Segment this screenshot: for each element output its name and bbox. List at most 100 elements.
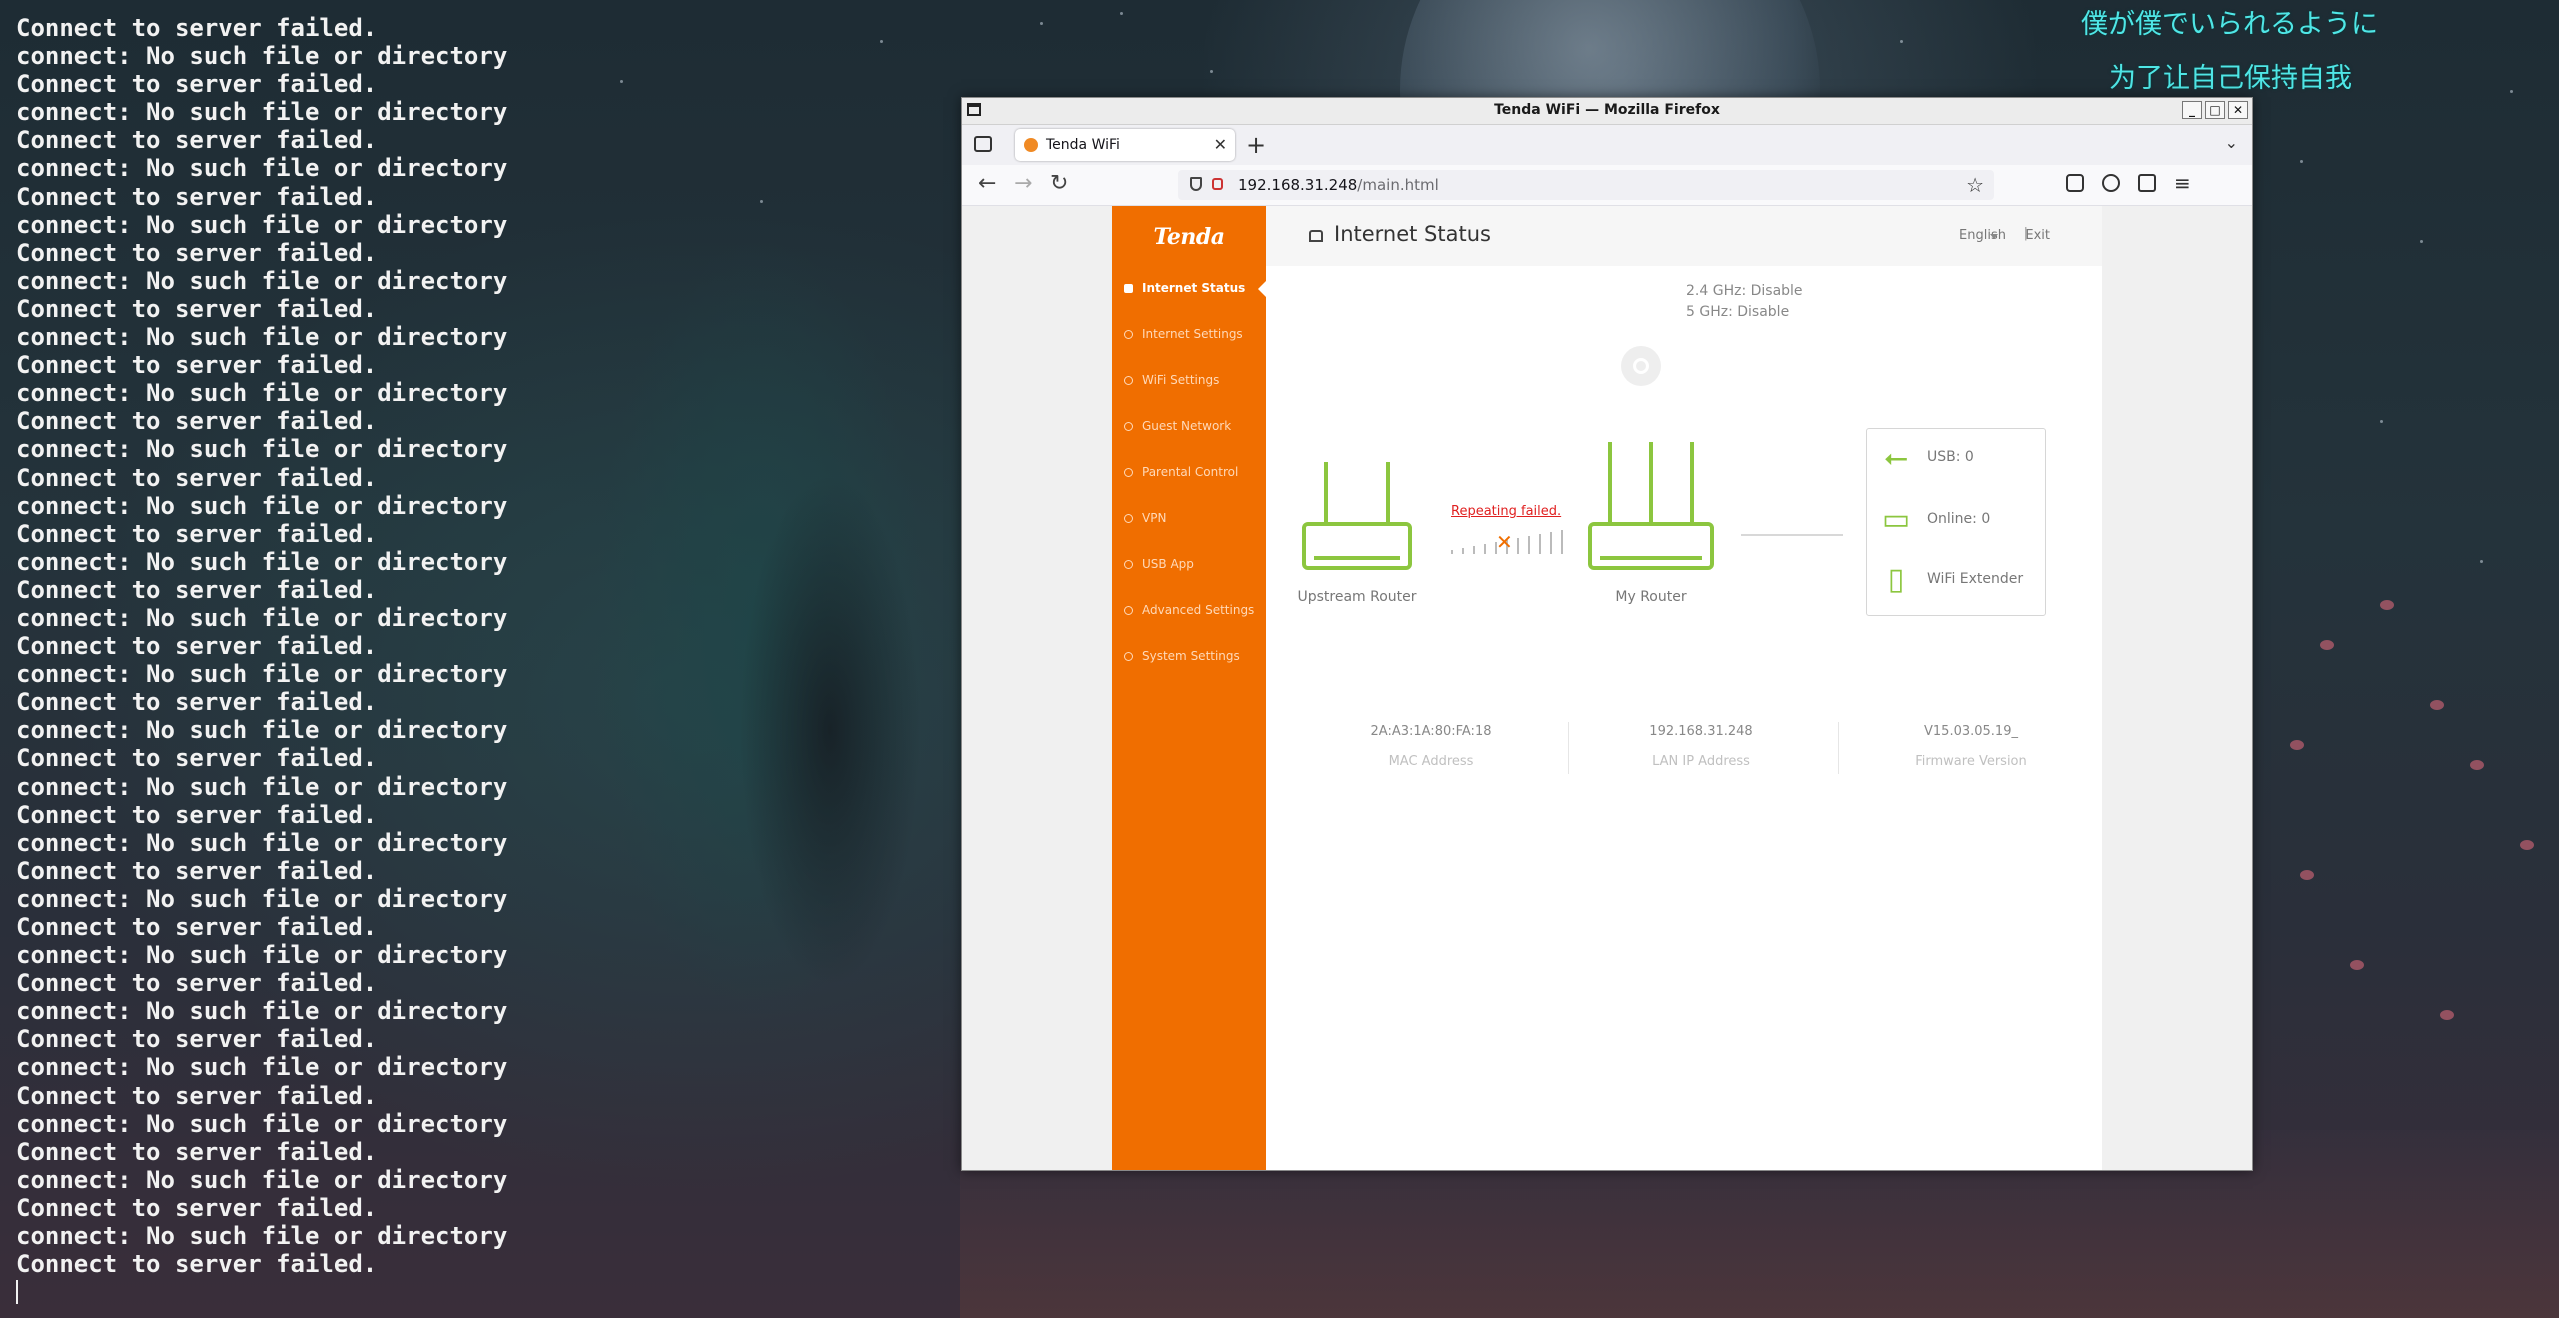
- tenda-logo[interactable]: Tenda: [1112, 224, 1266, 250]
- url-text[interactable]: 192.168.31.248/main.html: [1238, 176, 1439, 194]
- star-dot: [620, 80, 623, 83]
- firefox-window: Tenda WiFi — Mozilla Firefox _ □ ✕ Tenda…: [961, 97, 2253, 1171]
- insecure-lock-icon[interactable]: [1212, 178, 1223, 190]
- mac-address-block: 2A:A3:1A:80:FA:18 MAC Address: [1306, 716, 1556, 776]
- signal-bar: [1462, 548, 1464, 554]
- vpn-icon: [1124, 514, 1133, 523]
- back-button[interactable]: ←: [978, 171, 996, 196]
- terminal-line: connect: No such file or directory: [16, 210, 508, 239]
- chevron-down-icon[interactable]: [1990, 234, 1998, 239]
- star-dot: [1900, 40, 1903, 43]
- reload-button[interactable]: ↻: [1050, 171, 1068, 196]
- extender-row[interactable]: ▯ WiFi Extender: [1867, 555, 2045, 605]
- url-bar[interactable]: 192.168.31.248/main.html ☆: [1178, 170, 1994, 200]
- sidebar-item-vpn[interactable]: VPN: [1112, 496, 1266, 542]
- usb-icon: ⭠: [1884, 440, 1908, 475]
- wallpaper-figure-shadow: [700, 380, 960, 1080]
- main-header: Internet Status English | Exit: [1266, 206, 2102, 266]
- maximize-button[interactable]: □: [2205, 101, 2225, 119]
- petal-dot: [2290, 740, 2304, 750]
- lyric-line-2: 为了让自己保持自我: [2109, 63, 2352, 94]
- sidebar-item-internet-settings[interactable]: Internet Settings: [1112, 312, 1266, 358]
- lyric-line-1: 僕が僕でいられるように: [2081, 9, 2378, 40]
- new-tab-button[interactable]: +: [1246, 131, 1266, 159]
- terminal-line: connect: No such file or directory: [16, 1165, 508, 1194]
- repeating-failed-link[interactable]: Repeating failed.: [1451, 504, 1561, 519]
- online-row[interactable]: ▭ Online: 0: [1867, 495, 2045, 545]
- star-dot: [760, 200, 763, 203]
- terminal-line: Connect to server failed.: [16, 1025, 378, 1054]
- extensions-icon[interactable]: [2138, 174, 2156, 192]
- tab-list-chevron-icon[interactable]: ⌄: [2225, 133, 2238, 152]
- terminal-line: Connect to server failed.: [16, 913, 378, 941]
- window-titlebar[interactable]: Tenda WiFi — Mozilla Firefox _ □ ✕: [962, 98, 2252, 125]
- terminal-line: Connect to server failed.: [16, 1193, 378, 1222]
- firefox-view-icon[interactable]: [974, 136, 992, 152]
- terminal-line: Connect to server failed.: [16, 407, 378, 436]
- wifi-icon: [1621, 346, 1661, 386]
- main-panel: Internet Status English | Exit 2.4 GHz: …: [1266, 206, 2102, 1170]
- navigation-toolbar: ← → ↻ 192.168.31.248/main.html ☆ ≡: [962, 165, 2252, 206]
- terminal-line: connect: No such file or directory: [16, 547, 508, 576]
- terminal-line: Connect to server failed.: [16, 238, 378, 267]
- signal-bar: [1539, 534, 1541, 554]
- signal-bar: [1517, 538, 1519, 554]
- signal-bar: [1484, 544, 1486, 554]
- sidebar-item-guest-network[interactable]: Guest Network: [1112, 404, 1266, 450]
- tracking-shield-icon[interactable]: [1190, 177, 1202, 191]
- terminal-line: connect: No such file or directory: [16, 603, 508, 632]
- usb-icon: [1124, 560, 1133, 569]
- tab-tenda-wifi[interactable]: Tenda WiFi ✕: [1015, 129, 1235, 161]
- petal-dot: [2320, 640, 2334, 650]
- signal-bar: [1451, 550, 1453, 554]
- tab-close-icon[interactable]: ✕: [1214, 135, 1227, 154]
- sidebar-item-parental-control[interactable]: Parental Control: [1112, 450, 1266, 496]
- sidebar-item-system-settings[interactable]: System Settings: [1112, 634, 1266, 680]
- terminal-line: connect: No such file or directory: [16, 266, 508, 295]
- sidebar-item-usb-app[interactable]: USB App: [1112, 542, 1266, 588]
- signal-bar: [1528, 536, 1530, 554]
- parental-control-icon: [1124, 468, 1133, 477]
- sidebar-item-advanced-settings[interactable]: Advanced Settings: [1112, 588, 1266, 634]
- terminal-line: Connect to server failed.: [16, 1250, 378, 1279]
- usb-count: USB: 0: [1927, 449, 1974, 465]
- usb-row[interactable]: ⭠ USB: 0: [1867, 433, 2045, 483]
- terminal-line: Connect to server failed.: [16, 294, 378, 323]
- hamburger-menu-icon[interactable]: ≡: [2174, 171, 2191, 195]
- language-select[interactable]: English: [1959, 228, 2006, 243]
- sidebar-item-label: WiFi Settings: [1142, 373, 1220, 387]
- terminal-line: connect: No such file or directory: [16, 997, 508, 1026]
- wifi-icon: [1124, 376, 1133, 385]
- terminal-line: Connect to server failed.: [16, 463, 378, 492]
- firmware-value: V15.03.05.19_: [1924, 724, 2018, 739]
- forward-button[interactable]: →: [1014, 171, 1032, 196]
- gear-icon: [1124, 652, 1133, 661]
- account-icon[interactable]: [2102, 174, 2120, 192]
- firmware-label: Firmware Version: [1915, 754, 2027, 769]
- petal-dot: [2430, 700, 2444, 710]
- minimize-button[interactable]: _: [2182, 101, 2202, 119]
- info-divider: [1568, 722, 1569, 774]
- pocket-icon[interactable]: [2066, 174, 2084, 192]
- mac-address-value: 2A:A3:1A:80:FA:18: [1370, 724, 1492, 739]
- tenda-sidebar: Tenda Internet Status Internet Settings Wi…: [1112, 206, 1266, 1170]
- terminal-line: connect: No such file or directory: [16, 660, 508, 689]
- tab-strip: Tenda WiFi ✕ + ⌄: [962, 125, 2252, 165]
- lyrics-overlay: 僕が僕でいられるように 为了让自己保持自我: [2039, 0, 2559, 100]
- terminal-line: Connect to server failed.: [16, 632, 378, 661]
- online-count: Online: 0: [1927, 511, 1991, 527]
- wrench-icon: [1124, 606, 1133, 615]
- exit-link[interactable]: Exit: [2025, 228, 2050, 243]
- guest-network-icon: [1124, 422, 1133, 431]
- page-title: Internet Status: [1334, 222, 1491, 246]
- terminal-line: connect: No such file or directory: [16, 772, 508, 801]
- signal-bar: [1473, 546, 1475, 554]
- sidebar-item-internet-status[interactable]: Internet Status: [1112, 266, 1266, 312]
- star-dot: [1040, 22, 1043, 25]
- bookmark-star-icon[interactable]: ☆: [1966, 173, 1984, 197]
- terminal-line: connect: No such file or directory: [16, 1222, 508, 1251]
- signal-bar: [1550, 532, 1552, 554]
- terminal-line: Connect to server failed.: [16, 351, 378, 380]
- close-window-button[interactable]: ✕: [2228, 101, 2248, 119]
- sidebar-item-wifi-settings[interactable]: WiFi Settings: [1112, 358, 1266, 404]
